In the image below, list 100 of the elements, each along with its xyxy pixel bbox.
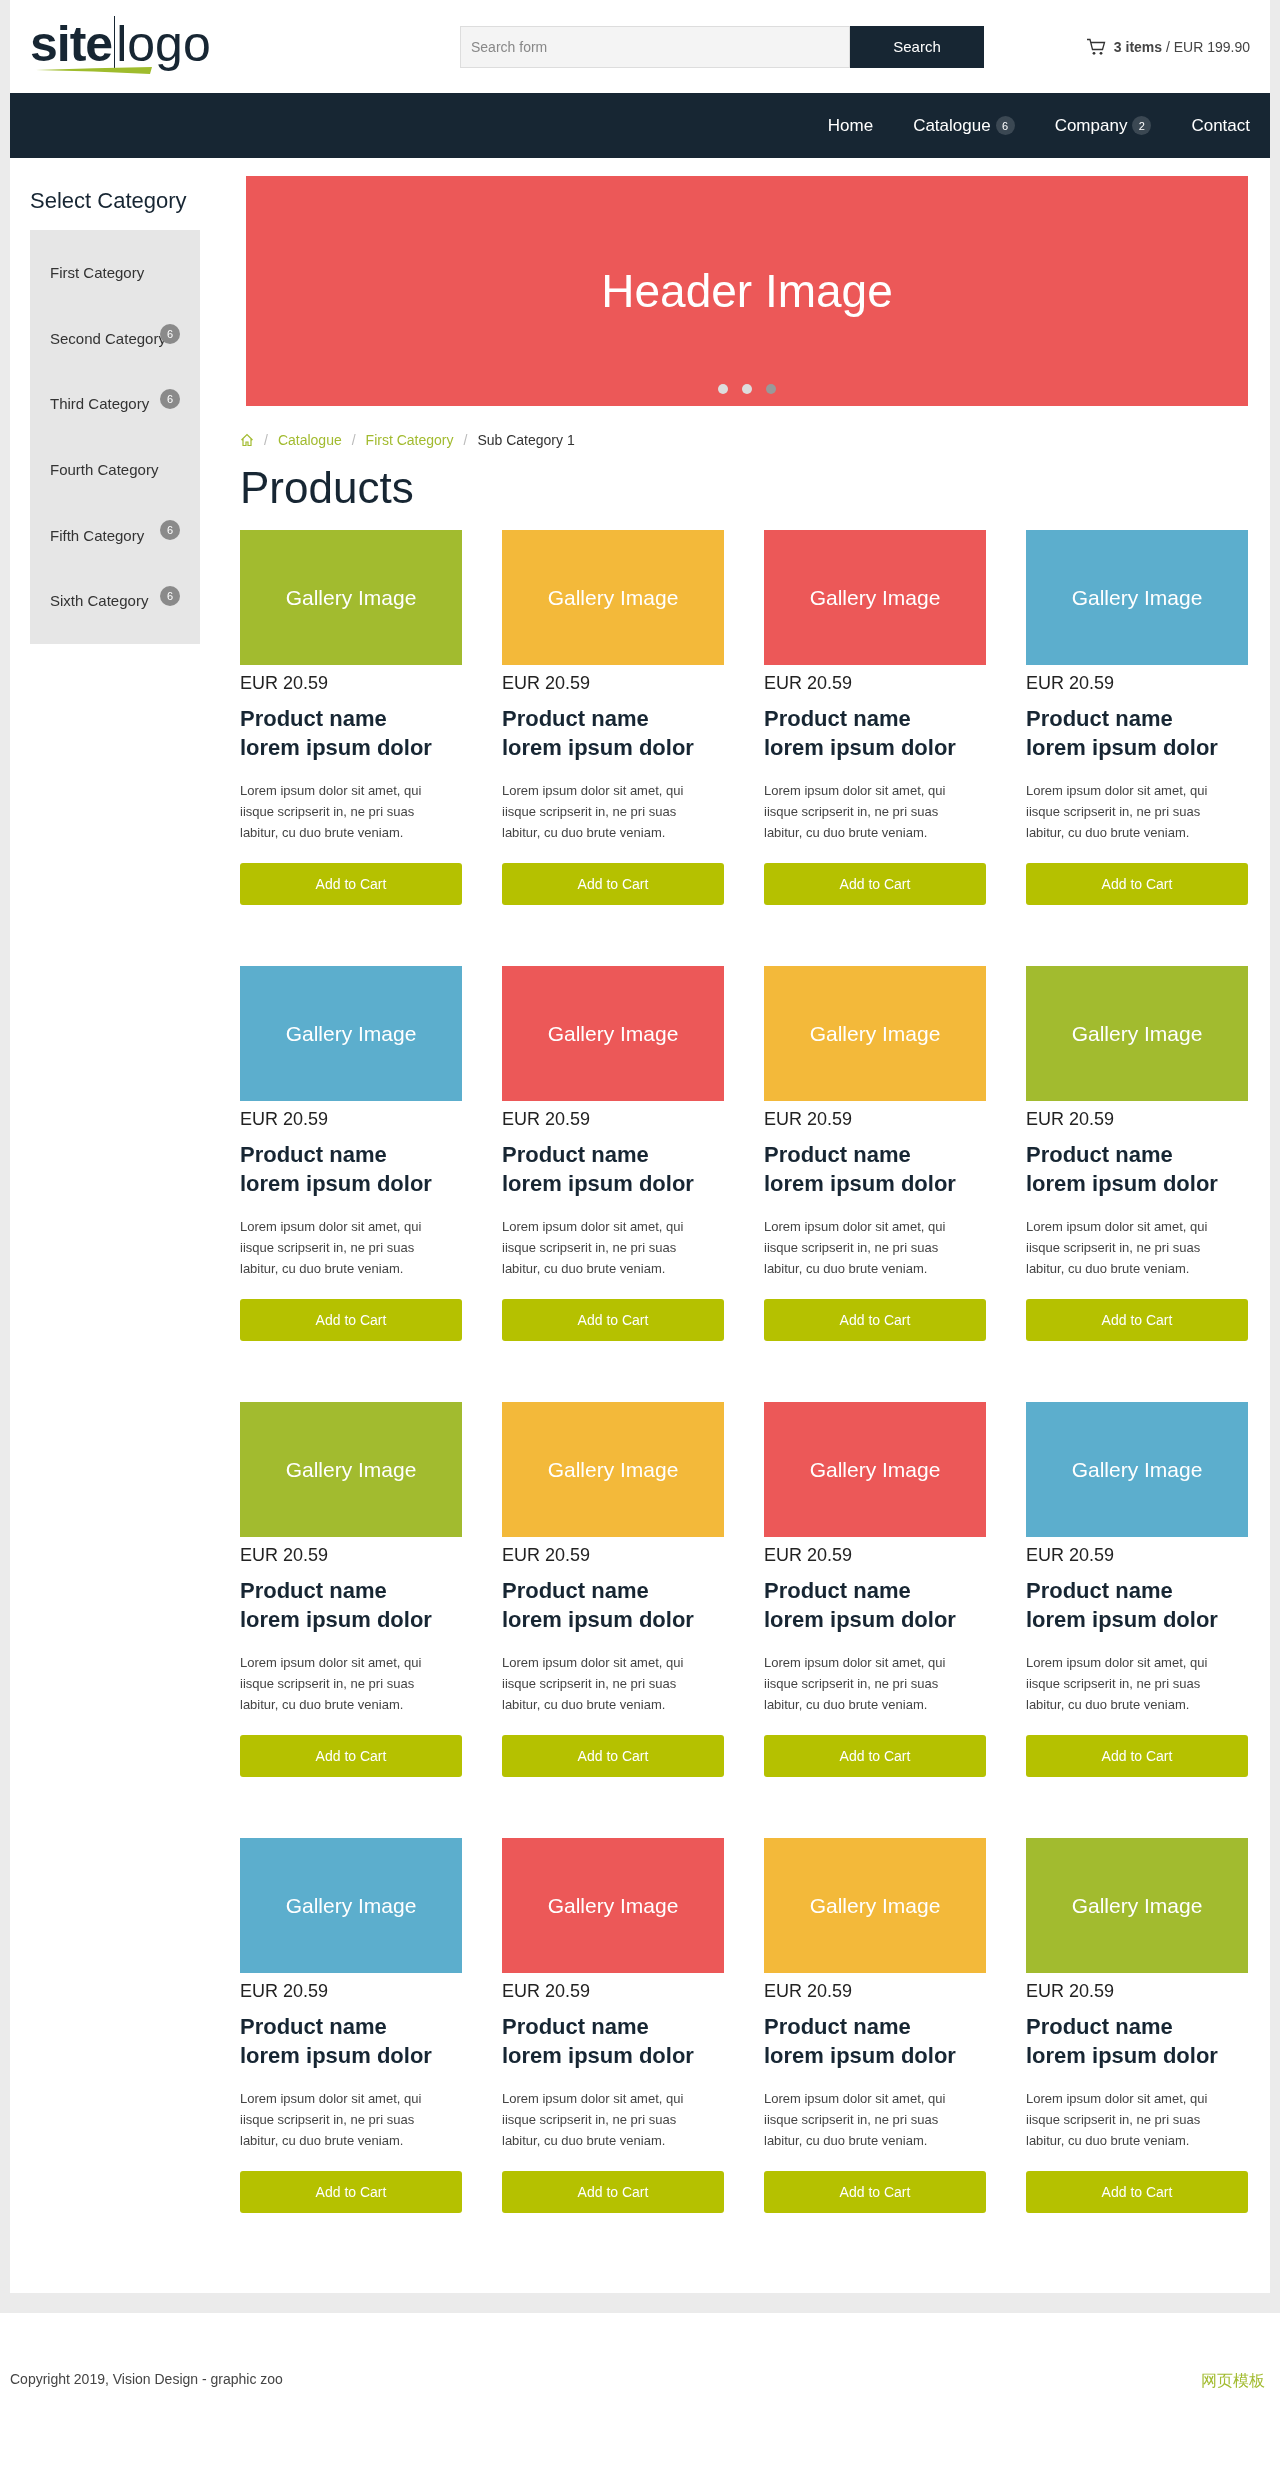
gallery-image[interactable]: Gallery Image bbox=[1026, 530, 1248, 665]
product-description: Lorem ipsum dolor sit amet, qui iisque scripserit in, ne pri suas labitur, cu duo brute veniam. bbox=[502, 2090, 685, 2150]
product-description: Lorem ipsum dolor sit amet, qui iisque scripserit in, ne pri suas labitur, cu duo brute veniam. bbox=[240, 1218, 423, 1278]
product-description: Lorem ipsum dolor sit amet, qui iisque scripserit in, ne pri suas labitur, cu duo brute veniam. bbox=[764, 2090, 947, 2150]
gallery-image[interactable]: Gallery Image bbox=[502, 1402, 724, 1537]
breadcrumb-separator: / bbox=[463, 432, 468, 448]
category-item[interactable]: Third Category 6 bbox=[50, 371, 200, 437]
gallery-image[interactable]: Gallery Image bbox=[240, 966, 462, 1101]
add-to-cart-button[interactable]: Add to Cart bbox=[1026, 863, 1248, 905]
gallery-image[interactable]: Gallery Image bbox=[502, 966, 724, 1101]
copyright-text: Copyright 2019, Vision Design - graphic zoo bbox=[10, 2371, 283, 2389]
product-price: EUR 20.59 bbox=[764, 673, 854, 694]
gallery-image[interactable]: Gallery Image bbox=[502, 1838, 724, 1973]
breadcrumb-link[interactable]: Catalogue bbox=[277, 432, 342, 448]
product-name[interactable]: Product name lorem ipsum dolor bbox=[764, 1576, 964, 1634]
gallery-image[interactable]: Gallery Image bbox=[764, 1402, 986, 1537]
add-to-cart-button[interactable]: Add to Cart bbox=[764, 1299, 986, 1341]
product-description: Lorem ipsum dolor sit amet, qui iisque scripserit in, ne pri suas labitur, cu duo brute veniam. bbox=[240, 782, 423, 842]
product-price: EUR 20.59 bbox=[502, 673, 592, 694]
page-heading: Products bbox=[240, 466, 415, 510]
carousel-dot[interactable] bbox=[766, 384, 776, 394]
footer-link[interactable]: 网页模板 bbox=[1201, 2371, 1265, 2392]
category-item[interactable]: Fifth Category 6 bbox=[50, 502, 200, 568]
product-price: EUR 20.59 bbox=[240, 1109, 330, 1130]
gallery-image[interactable]: Gallery Image bbox=[764, 966, 986, 1101]
product-description: Lorem ipsum dolor sit amet, qui iisque scripserit in, ne pri suas labitur, cu duo brute veniam. bbox=[1026, 782, 1209, 842]
gallery-image[interactable]: Gallery Image bbox=[240, 1838, 462, 1973]
gallery-image[interactable]: Gallery Image bbox=[764, 1838, 986, 1973]
product-name[interactable]: Product name lorem ipsum dolor bbox=[502, 2012, 702, 2070]
add-to-cart-button[interactable]: Add to Cart bbox=[502, 2171, 724, 2213]
product-description: Lorem ipsum dolor sit amet, qui iisque scripserit in, ne pri suas labitur, cu duo brute veniam. bbox=[502, 782, 685, 842]
search-field[interactable]: Search form bbox=[460, 25, 850, 68]
add-to-cart-button[interactable]: Add to Cart bbox=[240, 863, 462, 905]
gallery-image[interactable]: Gallery Image bbox=[502, 530, 724, 665]
product-price: EUR 20.59 bbox=[1026, 1109, 1116, 1130]
carousel-dot[interactable] bbox=[718, 384, 728, 394]
product-name[interactable]: Product name lorem ipsum dolor bbox=[240, 1576, 440, 1634]
product-price: EUR 20.59 bbox=[1026, 1981, 1116, 2002]
gallery-image[interactable]: Gallery Image bbox=[764, 530, 986, 665]
product-name[interactable]: Product name lorem ipsum dolor bbox=[240, 1140, 440, 1198]
add-to-cart-button[interactable]: Add to Cart bbox=[502, 863, 724, 905]
add-to-cart-button[interactable]: Add to Cart bbox=[240, 1299, 462, 1341]
product-name[interactable]: Product name lorem ipsum dolor bbox=[1026, 1576, 1226, 1634]
nav-link[interactable]: Contact bbox=[1191, 115, 1250, 136]
category-item[interactable]: Sixth Category 6 bbox=[50, 567, 200, 634]
product-name[interactable]: Product name lorem ipsum dolor bbox=[502, 704, 702, 762]
product-price: EUR 20.59 bbox=[764, 1981, 854, 2002]
gallery-image[interactable]: Gallery Image bbox=[1026, 1838, 1248, 1973]
add-to-cart-button[interactable]: Add to Cart bbox=[764, 1735, 986, 1777]
product-name[interactable]: Product name lorem ipsum dolor bbox=[764, 1140, 964, 1198]
product-name[interactable]: Product name lorem ipsum dolor bbox=[240, 704, 440, 762]
add-to-cart-button[interactable]: Add to Cart bbox=[240, 1735, 462, 1777]
breadcrumb-link[interactable]: Sub Category 1 bbox=[477, 432, 575, 448]
nav-link[interactable]: Home bbox=[827, 115, 874, 136]
product-name[interactable]: Product name lorem ipsum dolor bbox=[1026, 704, 1226, 762]
product-description: Lorem ipsum dolor sit amet, qui iisque scripserit in, ne pri suas labitur, cu duo brute veniam. bbox=[764, 1654, 947, 1714]
product-name[interactable]: Product name lorem ipsum dolor bbox=[1026, 2012, 1226, 2070]
gallery-image[interactable]: Gallery Image bbox=[1026, 966, 1248, 1101]
product-description: Lorem ipsum dolor sit amet, qui iisque scripserit in, ne pri suas labitur, cu duo brute veniam. bbox=[1026, 1654, 1209, 1714]
product-description: Lorem ipsum dolor sit amet, qui iisque scripserit in, ne pri suas labitur, cu duo brute veniam. bbox=[240, 1654, 423, 1714]
search-button[interactable]: Search bbox=[850, 25, 984, 68]
cart-summary[interactable]: 3 items / EUR 199.90 bbox=[1113, 38, 1250, 55]
carousel-dot[interactable] bbox=[742, 384, 752, 394]
product-price: EUR 20.59 bbox=[240, 673, 330, 694]
add-to-cart-button[interactable]: Add to Cart bbox=[502, 1299, 724, 1341]
add-to-cart-button[interactable]: Add to Cart bbox=[502, 1735, 724, 1777]
gallery-image[interactable]: Gallery Image bbox=[240, 530, 462, 665]
add-to-cart-button[interactable]: Add to Cart bbox=[1026, 1299, 1248, 1341]
breadcrumb-link[interactable]: First Category bbox=[365, 432, 454, 448]
sidebar-title: Select Category bbox=[30, 188, 188, 214]
product-price: EUR 20.59 bbox=[1026, 673, 1116, 694]
add-to-cart-button[interactable]: Add to Cart bbox=[240, 2171, 462, 2213]
product-description: Lorem ipsum dolor sit amet, qui iisque scripserit in, ne pri suas labitur, cu duo brute veniam. bbox=[1026, 1218, 1209, 1278]
product-description: Lorem ipsum dolor sit amet, qui iisque scripserit in, ne pri suas labitur, cu duo brute veniam. bbox=[502, 1654, 685, 1714]
gallery-image[interactable]: Gallery Image bbox=[240, 1402, 462, 1537]
add-to-cart-button[interactable]: Add to Cart bbox=[764, 2171, 986, 2213]
home-icon[interactable] bbox=[240, 433, 254, 447]
product-description: Lorem ipsum dolor sit amet, qui iisque scripserit in, ne pri suas labitur, cu duo brute veniam. bbox=[240, 2090, 423, 2150]
product-price: EUR 20.59 bbox=[502, 1545, 592, 1566]
banner-title: Header Image bbox=[601, 264, 893, 318]
nav-link[interactable]: Catalogue 6 bbox=[913, 115, 1015, 136]
product-name[interactable]: Product name lorem ipsum dolor bbox=[764, 2012, 964, 2070]
category-item[interactable]: First Category bbox=[50, 240, 200, 306]
product-name[interactable]: Product name lorem ipsum dolor bbox=[502, 1140, 702, 1198]
site-logo[interactable]: sitelogo bbox=[30, 18, 230, 75]
add-to-cart-button[interactable]: Add to Cart bbox=[1026, 1735, 1248, 1777]
product-name[interactable]: Product name lorem ipsum dolor bbox=[1026, 1140, 1226, 1198]
product-price: EUR 20.59 bbox=[1026, 1545, 1116, 1566]
product-price: EUR 20.59 bbox=[764, 1109, 854, 1130]
cart-icon[interactable] bbox=[1085, 37, 1106, 56]
product-name[interactable]: Product name lorem ipsum dolor bbox=[764, 704, 964, 762]
gallery-image[interactable]: Gallery Image bbox=[1026, 1402, 1248, 1537]
product-description: Lorem ipsum dolor sit amet, qui iisque scripserit in, ne pri suas labitur, cu duo brute veniam. bbox=[764, 782, 947, 842]
category-item[interactable]: Fourth Category bbox=[50, 436, 200, 503]
add-to-cart-button[interactable]: Add to Cart bbox=[764, 863, 986, 905]
nav-link[interactable]: Company 2 bbox=[1054, 115, 1152, 136]
breadcrumb-separator: / bbox=[264, 432, 268, 448]
product-name[interactable]: Product name lorem ipsum dolor bbox=[240, 2012, 440, 2070]
product-name[interactable]: Product name lorem ipsum dolor bbox=[502, 1576, 702, 1634]
add-to-cart-button[interactable]: Add to Cart bbox=[1026, 2171, 1248, 2213]
